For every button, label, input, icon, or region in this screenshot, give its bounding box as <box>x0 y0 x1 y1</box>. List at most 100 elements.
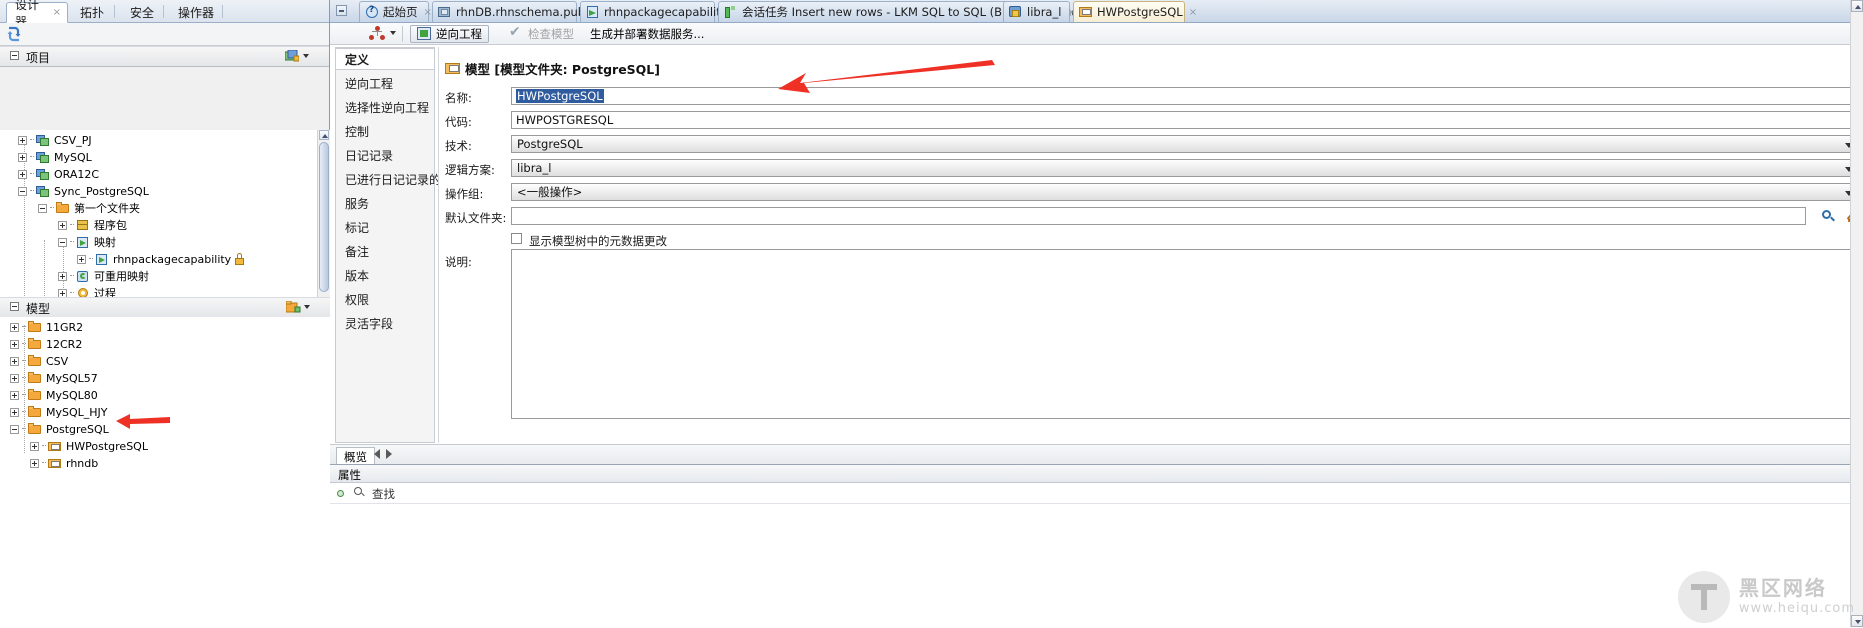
tree-node-12cr2[interactable]: 12CR2 <box>10 337 82 351</box>
expander-icon[interactable] <box>10 356 19 366</box>
editor-section-services[interactable]: 服务 <box>336 192 434 214</box>
section-label: 定义 <box>345 52 370 67</box>
expander-icon[interactable] <box>58 271 67 281</box>
collapse-icon[interactable] <box>10 302 19 311</box>
description-textarea[interactable] <box>511 249 1858 419</box>
new-project-icon[interactable] <box>284 49 300 63</box>
close-icon[interactable]: × <box>53 7 61 18</box>
tree-node-rhndb[interactable]: rhndb <box>30 456 98 470</box>
scroll-up-icon[interactable] <box>319 130 329 140</box>
nav-right-icon[interactable] <box>386 449 392 459</box>
tree-node-mysql80[interactable]: MySQL80 <box>10 388 98 402</box>
tree-node-package[interactable]: 程序包 <box>58 218 127 232</box>
scrollbar-thumb[interactable] <box>319 142 329 292</box>
network-icon[interactable] <box>368 26 388 42</box>
editor-tab-session-task[interactable]: 会话任务 Insert new rows - LKM SQL to SQL (B… <box>718 1 1167 22</box>
expander-icon[interactable] <box>58 237 67 247</box>
editor-section-list[interactable]: 定义 逆向工程 选择性逆向工程 控制 日记记录 已进行日记记录的表 服务 标记 … <box>335 47 453 443</box>
editor-tab-rhndb-schema[interactable]: rhnDB.rhnschema.public × <box>432 1 612 22</box>
action-group-select[interactable]: <一般操作> <box>511 183 1858 201</box>
editor-section-memo[interactable]: 备注 <box>336 240 434 262</box>
tree-node-sync-postgresql[interactable]: Sync_PostgreSQL <box>18 184 149 198</box>
show-metadata-changes-checkbox[interactable] <box>511 233 522 244</box>
chevron-down-icon[interactable] <box>390 31 396 35</box>
window-scrollbar[interactable] <box>1850 0 1863 627</box>
tree-node-csv-pj[interactable]: CSV_PJ <box>18 133 92 147</box>
editor-section-selective-reverse-engineer[interactable]: 选择性逆向工程 <box>336 96 434 118</box>
tab-operator[interactable]: 操作器 <box>170 2 224 22</box>
expander-icon[interactable] <box>10 407 19 417</box>
tree-node-mapping[interactable]: 映射 <box>58 235 116 249</box>
expander-icon[interactable] <box>18 169 27 179</box>
new-model-icon[interactable] <box>285 300 301 314</box>
generate-deploy-data-service-button[interactable]: 生成并部署数据服务... <box>583 25 711 43</box>
editor-section-reverse-engineer[interactable]: 逆向工程 <box>336 72 434 94</box>
expander-icon[interactable] <box>18 186 27 196</box>
check-icon <box>509 24 524 41</box>
editor-tab-rhnpackagecapability[interactable]: rhnpackagecapability × <box>580 1 742 22</box>
tree-node-hwpostgresql[interactable]: HWPostgreSQL <box>30 439 148 453</box>
tree-node-reusable-mapping[interactable]: 可重用映射 <box>58 269 149 283</box>
editor-section-journalized-tables[interactable]: 已进行日记记录的表 <box>336 168 453 190</box>
name-input[interactable]: HWPostgreSQL <box>511 87 1858 105</box>
editor-section-journalizing[interactable]: 日记记录 <box>336 144 434 166</box>
tab-designer[interactable]: 设计器 × <box>6 0 68 29</box>
tree-node-mysql[interactable]: MySQL <box>18 150 92 164</box>
tree-node-mysql57[interactable]: MySQL57 <box>10 371 98 385</box>
minimize-icon[interactable] <box>336 5 347 16</box>
check-model-button[interactable]: 检查模型 <box>502 24 581 43</box>
logical-schema-select[interactable]: libra_l <box>511 159 1858 177</box>
chevron-down-icon[interactable] <box>304 305 310 309</box>
expander-icon[interactable] <box>10 339 19 349</box>
editor-section-control[interactable]: 控制 <box>336 120 434 142</box>
expander-icon[interactable] <box>10 373 19 383</box>
properties-search-row[interactable]: 查找 <box>330 483 1863 504</box>
tree-node-csv[interactable]: CSV <box>10 354 68 368</box>
editor-section-flex-fields[interactable]: 灵活字段 <box>336 312 434 334</box>
tree-node-ora12c[interactable]: ORA12C <box>18 167 99 181</box>
expander-icon[interactable] <box>30 441 39 451</box>
models-tree[interactable]: 11GR2 12CR2 CSV MySQL57 MySQL80 MySQL_HJ… <box>0 317 330 627</box>
collapse-icon[interactable] <box>10 51 19 60</box>
overview-tab-label: 概览 <box>344 449 367 464</box>
editor-tabbar: 起始页 × rhnDB.rhnschema.public × rhnpackag… <box>330 0 1863 23</box>
close-icon[interactable]: × <box>1189 7 1197 18</box>
tree-node-mysql-hjy[interactable]: MySQL_HJY <box>10 405 108 419</box>
overview-tab[interactable]: 概览 <box>336 447 375 465</box>
technology-value: PostgreSQL <box>517 137 583 151</box>
refresh-icon[interactable] <box>5 25 23 43</box>
reverse-engineer-button[interactable]: 逆向工程 <box>410 25 489 43</box>
expander-icon[interactable] <box>18 135 27 145</box>
tree-node-postgresql[interactable]: PostgreSQL <box>10 422 109 436</box>
default-folder-input[interactable] <box>511 207 1806 225</box>
chevron-down-icon[interactable] <box>303 54 309 58</box>
editor-tab-hwpostgresql[interactable]: HWPostgreSQL × <box>1073 1 1197 22</box>
editor-tab-start-page[interactable]: 起始页 × <box>359 1 432 22</box>
close-icon[interactable]: × <box>424 7 432 18</box>
expander-icon[interactable] <box>38 203 47 213</box>
name-field-label: 名称: <box>445 91 472 105</box>
code-input[interactable]: HWPOSTGRESQL <box>511 111 1858 129</box>
tree-node-11gr2[interactable]: 11GR2 <box>10 320 83 334</box>
tab-topology[interactable]: 拓扑 <box>72 2 114 22</box>
scroll-up-icon[interactable] <box>1851 0 1863 12</box>
browse-folder-button[interactable] <box>1817 206 1839 226</box>
editor-section-version[interactable]: 版本 <box>336 264 434 286</box>
expander-icon[interactable] <box>30 458 39 468</box>
expander-icon[interactable] <box>10 322 19 332</box>
tree-node-rhnpackagecapability[interactable]: rhnpackagecapability <box>77 252 245 266</box>
editor-tab-libra-l[interactable]: libra_l × <box>1003 1 1076 22</box>
expander-icon[interactable] <box>18 152 27 162</box>
editor-section-definition[interactable]: 定义 <box>336 48 434 70</box>
editor-section-markers[interactable]: 标记 <box>336 216 434 238</box>
tree-node-first-folder[interactable]: 第一个文件夹 <box>38 201 140 215</box>
properties-search-input[interactable]: 查找 <box>372 486 395 502</box>
editor-section-privileges[interactable]: 权限 <box>336 288 434 310</box>
technology-select[interactable]: PostgreSQL <box>511 135 1858 153</box>
tab-security[interactable]: 安全 <box>122 2 164 22</box>
expander-icon[interactable] <box>77 254 86 264</box>
expander-icon[interactable] <box>10 424 19 434</box>
expander-icon[interactable] <box>58 220 67 230</box>
nav-left-icon[interactable] <box>374 449 380 459</box>
expander-icon[interactable] <box>10 390 19 400</box>
